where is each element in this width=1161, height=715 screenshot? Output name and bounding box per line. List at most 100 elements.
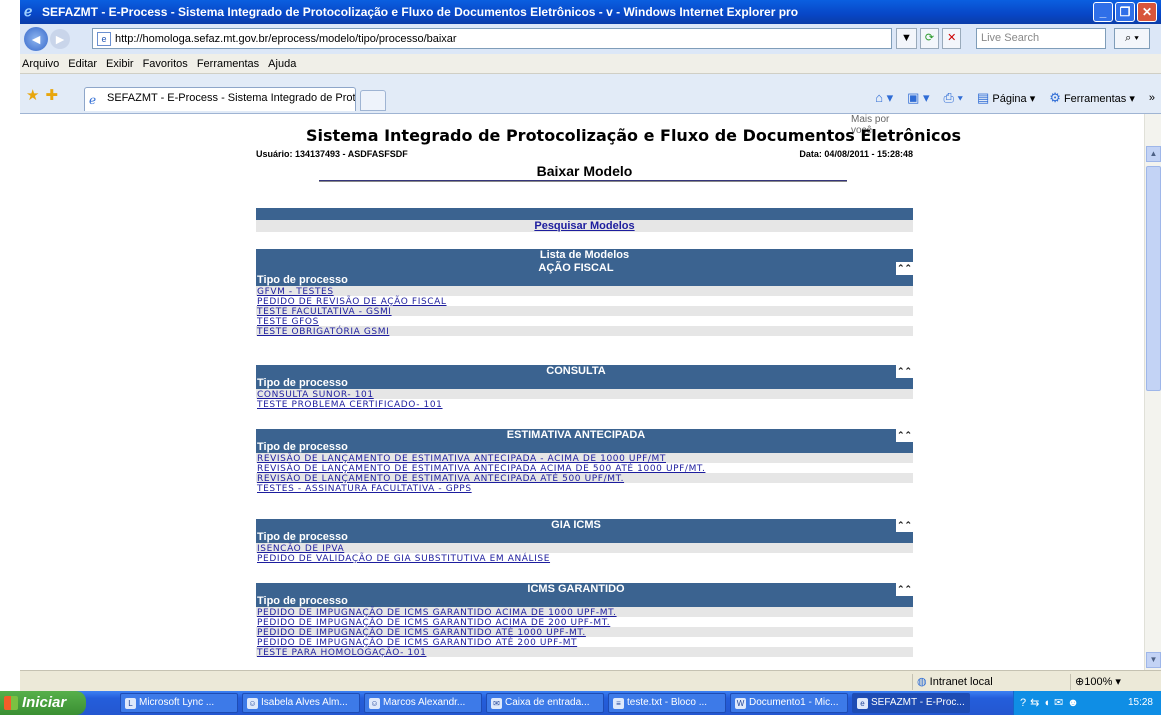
user-info: Usuário: 134137493 - ASDFASFSDF bbox=[256, 149, 408, 159]
favorites-star-icon[interactable]: ★ bbox=[26, 87, 45, 104]
pagina-label: Página bbox=[992, 93, 1027, 105]
scroll-up-icon[interactable]: ▲ bbox=[1146, 146, 1161, 162]
new-tab-button[interactable] bbox=[360, 90, 386, 111]
lync-icon: L bbox=[125, 698, 136, 709]
task-ie[interactable]: e SEFAZMT - E-Proc... bbox=[852, 693, 970, 713]
model-link[interactable]: TESTES - ASSINATURA FACULTATIVA - GPPS bbox=[257, 484, 472, 494]
scroll-thumb[interactable] bbox=[1146, 166, 1161, 391]
list-item: REVISÃO DE LANÇAMENTO DE ESTIMATIVA ANTE… bbox=[256, 473, 913, 484]
task-notepad[interactable]: ≡ teste.txt - Bloco ... bbox=[608, 693, 726, 713]
section-title: ICMS GARANTIDO bbox=[256, 583, 896, 596]
address-row: ◄ ► e http://homologa.sefaz.mt.gov.br/ep… bbox=[20, 24, 1161, 54]
chat-icon: ☺ bbox=[247, 698, 258, 709]
scroll-down-icon[interactable]: ▼ bbox=[1146, 652, 1161, 668]
refresh-button[interactable]: ⟳ bbox=[919, 28, 940, 49]
section-header: GIA ICMS ⌃⌃ bbox=[256, 519, 913, 532]
task-isabela[interactable]: ☺ Isabela Alves Alm... bbox=[242, 693, 360, 713]
title-bar: ℯ SEFAZMT - E-Process - Sistema Integrad… bbox=[20, 0, 1161, 24]
more-chevron-icon[interactable]: » bbox=[1149, 92, 1155, 104]
list-item: REVISÃO DE LANÇAMENTO DE ESTIMATIVA ANTE… bbox=[256, 463, 913, 474]
heading-underline bbox=[319, 180, 847, 182]
menu-arquivo[interactable]: Arquivo bbox=[22, 58, 59, 70]
browser-window: ℯ SEFAZMT - E-Process - Sistema Integrad… bbox=[20, 0, 1161, 715]
list-item: CONSULTA SUNOR- 101 bbox=[256, 389, 913, 400]
task-lync[interactable]: L Microsoft Lync ... bbox=[120, 693, 238, 713]
ferramentas-menu[interactable]: ⚙ Ferramentas ▾ bbox=[1049, 90, 1135, 106]
zoom-control[interactable]: ⊕100% ▾ bbox=[1070, 674, 1156, 690]
back-button[interactable]: ◄ bbox=[24, 27, 48, 51]
page-menu-icon: ▤ bbox=[977, 90, 990, 105]
list-item: PEDIDO DE IMPUGNAÇÃO DE ICMS GARANTIDO A… bbox=[256, 637, 913, 648]
address-dropdown-button[interactable]: ▼ bbox=[896, 28, 917, 49]
address-bar[interactable]: e http://homologa.sefaz.mt.gov.br/eproce… bbox=[92, 28, 892, 49]
task-label: Caixa de entrada... bbox=[505, 697, 590, 708]
messenger-icon[interactable]: ☻ bbox=[1067, 697, 1083, 709]
stop-button[interactable]: ✕ bbox=[942, 28, 962, 49]
collapse-chevron-icon[interactable]: ⌃⌃ bbox=[896, 519, 913, 532]
list-item: TESTE GFOS bbox=[256, 316, 913, 327]
list-item: TESTE OBRIGATÓRIA GSMI bbox=[256, 326, 913, 337]
task-label: teste.txt - Bloco ... bbox=[627, 697, 708, 708]
feeds-icon[interactable]: ▣ ▾ bbox=[907, 90, 929, 106]
system-tray: ?⇆◖✉☻ 15:28 bbox=[1013, 691, 1161, 715]
help-icon[interactable]: ? bbox=[1020, 697, 1030, 709]
mail-icon[interactable]: ✉ bbox=[1054, 697, 1067, 709]
tipo-header: Tipo de processo bbox=[256, 275, 913, 286]
pagina-menu[interactable]: ▤ Página ▾ bbox=[977, 90, 1035, 106]
browser-tab[interactable]: ℯ SEFAZMT - E-Process - Sistema Integrad… bbox=[84, 87, 356, 111]
model-link[interactable]: TESTE PROBLEMA CERTIFICADO- 101 bbox=[257, 400, 443, 410]
date-info: Data: 04/08/2011 - 15:28:48 bbox=[799, 149, 913, 159]
minimize-button[interactable]: _ bbox=[1093, 2, 1113, 22]
section-header: ICMS GARANTIDO ⌃⌃ bbox=[256, 583, 913, 596]
home-icon[interactable]: ⌂ ▾ bbox=[875, 90, 893, 106]
task-word[interactable]: W Documento1 - Mic... bbox=[730, 693, 848, 713]
notepad-icon: ≡ bbox=[613, 698, 624, 709]
task-inbox[interactable]: ✉ Caixa de entrada... bbox=[486, 693, 604, 713]
close-button[interactable]: ✕ bbox=[1137, 2, 1157, 22]
search-input[interactable]: Live Search bbox=[976, 28, 1106, 49]
pesquisar-modelos-link[interactable]: Pesquisar Modelos bbox=[256, 220, 913, 232]
menu-exibir[interactable]: Exibir bbox=[106, 58, 134, 70]
menu-ferramentas[interactable]: Ferramentas bbox=[197, 58, 259, 70]
maximize-button[interactable]: ❐ bbox=[1115, 2, 1135, 22]
gear-icon: ⚙ bbox=[1049, 90, 1061, 105]
list-item: TESTE PROBLEMA CERTIFICADO- 101 bbox=[256, 399, 913, 410]
chat-icon: ☺ bbox=[369, 698, 380, 709]
collapse-chevron-icon[interactable]: ⌃⌃ bbox=[896, 583, 913, 596]
search-bar-header bbox=[256, 208, 913, 220]
windows-flag-icon bbox=[4, 696, 18, 710]
section-header: ESTIMATIVA ANTECIPADA ⌃⌃ bbox=[256, 429, 913, 442]
print-icon[interactable]: ⎙ ▾ bbox=[944, 90, 963, 106]
collapse-chevron-icon[interactable]: ⌃⌃ bbox=[896, 262, 913, 275]
task-marcos[interactable]: ☺ Marcos Alexandr... bbox=[364, 693, 482, 713]
menu-favoritos[interactable]: Favoritos bbox=[143, 58, 188, 70]
clock: 15:28 bbox=[1127, 697, 1153, 708]
taskbar: Iniciar L Microsoft Lync ... ☺ Isabela Alv… bbox=[0, 691, 1161, 715]
start-button[interactable]: Iniciar bbox=[0, 691, 86, 715]
collapse-chevron-icon[interactable]: ⌃⌃ bbox=[896, 429, 913, 442]
list-item: PEDIDO DE VALIDAÇÃO DE GIA SUBSTITUTIVA … bbox=[256, 553, 913, 564]
zone-indicator: ◍ Intranet local bbox=[912, 674, 1010, 690]
menu-editar[interactable]: Editar bbox=[68, 58, 97, 70]
section-title: AÇÃO FISCAL bbox=[256, 262, 896, 275]
ie-page-icon: ℯ bbox=[89, 93, 97, 107]
vertical-scrollbar[interactable]: ▲ ▼ bbox=[1144, 114, 1161, 670]
model-link[interactable]: TESTE OBRIGATÓRIA GSMI bbox=[257, 327, 389, 337]
add-favorites-icon[interactable]: ✚ bbox=[45, 87, 64, 104]
start-label: Iniciar bbox=[22, 694, 67, 711]
model-link[interactable]: PEDIDO DE VALIDAÇÃO DE GIA SUBSTITUTIVA … bbox=[257, 554, 550, 564]
menu-ajuda[interactable]: Ajuda bbox=[268, 58, 296, 70]
window-title: SEFAZMT - E-Process - Sistema Integrado … bbox=[42, 5, 799, 19]
network-icon[interactable]: ⇆ bbox=[1030, 697, 1043, 709]
model-link[interactable]: TESTE PARA HOMOLOGAÇÃO- 101 bbox=[257, 648, 426, 658]
word-icon: W bbox=[735, 698, 746, 709]
forward-button[interactable]: ► bbox=[50, 29, 70, 49]
search-button[interactable]: ⌕ ▾ bbox=[1114, 28, 1150, 49]
volume-icon[interactable]: ◖ bbox=[1043, 697, 1054, 709]
tipo-header: Tipo de processo bbox=[256, 532, 913, 543]
zone-label: Intranet local bbox=[929, 676, 993, 688]
list-item: ISENCÃO DE IPVA bbox=[256, 543, 913, 554]
list-item: PEDIDO DE IMPUGNAÇÃO DE ICMS GARANTIDO A… bbox=[256, 617, 913, 628]
ie-icon: e bbox=[857, 698, 868, 709]
collapse-chevron-icon[interactable]: ⌃⌃ bbox=[896, 365, 913, 378]
